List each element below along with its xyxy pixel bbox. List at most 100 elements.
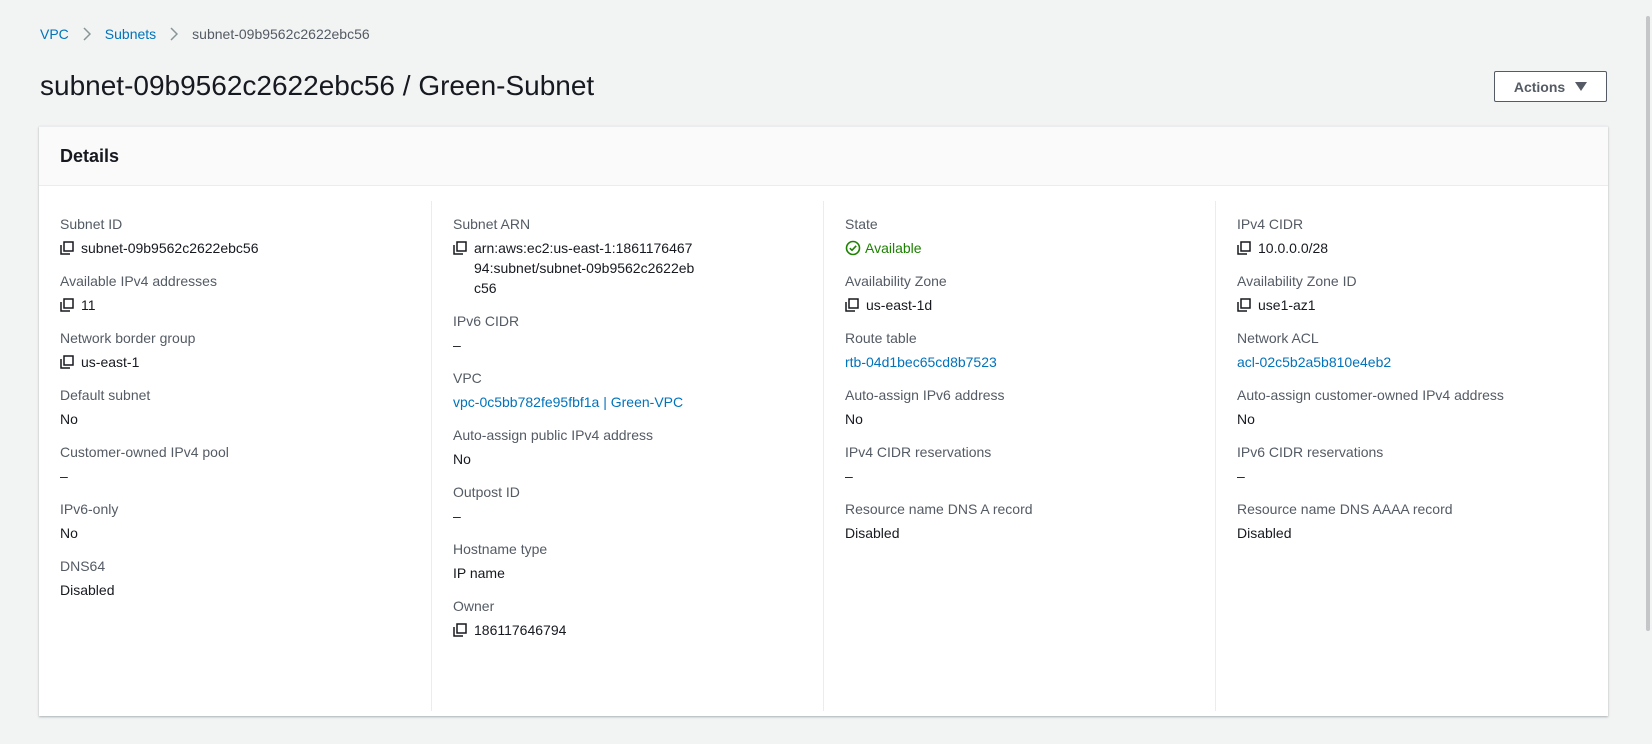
details-panel: Details Subnet ID subnet-09b9562c2622ebc… (39, 126, 1608, 716)
field-label: Network border group (60, 330, 196, 346)
field-label: Auto-assign customer-owned IPv4 address (1237, 387, 1504, 403)
copy-icon[interactable] (453, 623, 467, 637)
customer-owned-pool-value: – (60, 468, 68, 484)
field-value-row: use1-az1 (1237, 295, 1607, 315)
field-label: Network ACL (1237, 330, 1319, 346)
status-positive-icon (845, 240, 861, 256)
field-label: Owner (453, 598, 495, 614)
field-dns-a-record: Resource name DNS A record Disabled (845, 499, 1215, 543)
field-value-row: us-east-1d (845, 295, 1215, 315)
field-label: Availability Zone ID (1237, 273, 1357, 289)
field-owner: Owner 186117646794 (453, 596, 823, 640)
availability-zone-value: us-east-1d (866, 297, 933, 313)
field-value-row: us-east-1 (60, 352, 431, 372)
field-label: Hostname type (453, 541, 548, 557)
field-label: Auto-assign IPv6 address (845, 387, 1005, 403)
field-label: IPv6 CIDR (453, 313, 520, 329)
auto-assign-customer-owned-value: No (1237, 411, 1255, 427)
vpc-link[interactable]: vpc-0c5bb782fe95fbf1a | Green-VPC (453, 392, 683, 412)
field-customer-owned-pool: Customer-owned IPv4 pool – (60, 442, 431, 486)
actions-label: Actions (1513, 78, 1566, 95)
ipv4-cidr-reservations-value: – (845, 468, 853, 484)
route-table-link[interactable]: rtb-04d1bec65cd8b7523 (845, 352, 997, 372)
chevron-right-icon (83, 27, 91, 41)
field-auto-assign-public-ipv4: Auto-assign public IPv4 address No (453, 425, 823, 469)
field-label: Subnet ID (60, 216, 123, 232)
field-label: Default subnet (60, 387, 151, 403)
field-label: State (845, 216, 878, 232)
field-value-row: 10.0.0.0/28 (1237, 238, 1607, 258)
hostname-type-value: IP name (453, 565, 505, 581)
field-ipv6-cidr-reservations: IPv6 CIDR reservations – (1237, 442, 1607, 486)
copy-icon[interactable] (60, 241, 74, 255)
dns64-value: Disabled (60, 582, 115, 598)
network-acl-link[interactable]: acl-02c5b2a5b810e4eb2 (1237, 352, 1391, 372)
default-subnet-value: No (60, 411, 78, 427)
field-label: IPv6-only (60, 501, 119, 517)
field-label: Outpost ID (453, 484, 520, 500)
field-label: Auto-assign public IPv4 address (453, 427, 653, 443)
field-subnet-arn: Subnet ARN arn:aws:ec2:us-east-1:1861176… (453, 214, 823, 298)
dns-a-record-value: Disabled (845, 525, 900, 541)
field-value-row: 11 (60, 295, 431, 315)
network-border-group-value: us-east-1 (81, 354, 140, 370)
field-label: Resource name DNS A record (845, 501, 1033, 517)
state-value: Available (865, 240, 922, 256)
auto-assign-ipv6-value: No (845, 411, 863, 427)
field-label: IPv4 CIDR (1237, 216, 1304, 232)
field-state: State Available (845, 214, 1215, 258)
field-auto-assign-ipv6: Auto-assign IPv6 address No (845, 385, 1215, 429)
field-auto-assign-customer-owned: Auto-assign customer-owned IPv4 address … (1237, 385, 1607, 429)
field-ipv4-cidr-reservations: IPv4 CIDR reservations – (845, 442, 1215, 486)
copy-icon[interactable] (60, 298, 74, 312)
field-available-ipv4: Available IPv4 addresses 11 (60, 271, 431, 315)
chevron-right-icon (170, 27, 179, 41)
field-default-subnet: Default subnet No (60, 385, 431, 429)
field-availability-zone: Availability Zone us-east-1d (845, 271, 1215, 315)
field-outpost-id: Outpost ID – (453, 482, 823, 526)
field-label: IPv6 CIDR reservations (1237, 444, 1384, 460)
details-column-3: State Available Availability Zone us-eas… (823, 201, 1215, 711)
details-column-1: Subnet ID subnet-09b9562c2622ebc56 Avail… (39, 201, 431, 711)
breadcrumb-vpc-link[interactable]: VPC (40, 26, 69, 42)
field-dns64: DNS64 Disabled (60, 556, 431, 600)
field-value-row: acl-02c5b2a5b810e4eb2 (1237, 352, 1607, 372)
copy-icon[interactable] (1237, 298, 1251, 312)
copy-icon[interactable] (453, 241, 467, 255)
field-network-acl: Network ACL acl-02c5b2a5b810e4eb2 (1237, 328, 1607, 372)
details-column-2: Subnet ARN arn:aws:ec2:us-east-1:1861176… (431, 201, 823, 711)
field-label: Subnet ARN (453, 216, 531, 232)
owner-value: 186117646794 (474, 622, 567, 638)
field-availability-zone-id: Availability Zone ID use1-az1 (1237, 271, 1607, 315)
field-label: VPC (453, 370, 482, 386)
field-ipv4-cidr: IPv4 CIDR 10.0.0.0/28 (1237, 214, 1607, 258)
details-column-4: IPv4 CIDR 10.0.0.0/28 Availability Zone … (1215, 201, 1607, 711)
field-label: Route table (845, 330, 917, 346)
field-value-row: 186117646794 (453, 620, 823, 640)
field-dns-aaaa-record: Resource name DNS AAAA record Disabled (1237, 499, 1607, 543)
details-title: Details (60, 145, 120, 166)
available-ipv4-value: 11 (81, 297, 96, 313)
field-vpc: VPC vpc-0c5bb782fe95fbf1a | Green-VPC (453, 368, 823, 412)
actions-button[interactable]: Actions (1494, 71, 1607, 102)
details-header: Details (39, 127, 1608, 186)
field-label: DNS64 (60, 558, 106, 574)
page-scrollbar[interactable] (1640, 0, 1652, 744)
field-label: Resource name DNS AAAA record (1237, 501, 1453, 517)
outpost-id-value: – (453, 508, 461, 524)
ipv6-cidr-reservations-value: – (1237, 468, 1245, 484)
scrollbar-thumb[interactable] (1646, 16, 1650, 631)
ipv4-cidr-value: 10.0.0.0/28 (1258, 240, 1329, 256)
copy-icon[interactable] (1237, 241, 1251, 255)
ipv6-only-value: No (60, 525, 78, 541)
breadcrumb-subnets-link[interactable]: Subnets (105, 26, 156, 42)
field-subnet-id: Subnet ID subnet-09b9562c2622ebc56 (60, 214, 431, 258)
subnet-id-value: subnet-09b9562c2622ebc56 (81, 240, 259, 256)
copy-icon[interactable] (845, 298, 859, 312)
auto-assign-public-ipv4-value: No (453, 451, 471, 467)
field-value-row: rtb-04d1bec65cd8b7523 (845, 352, 1215, 372)
page-title: subnet-09b9562c2622ebc56 / Green-Subnet (40, 70, 595, 101)
field-label: Availability Zone (845, 273, 947, 289)
copy-icon[interactable] (60, 355, 74, 369)
field-label: Customer-owned IPv4 pool (60, 444, 229, 460)
